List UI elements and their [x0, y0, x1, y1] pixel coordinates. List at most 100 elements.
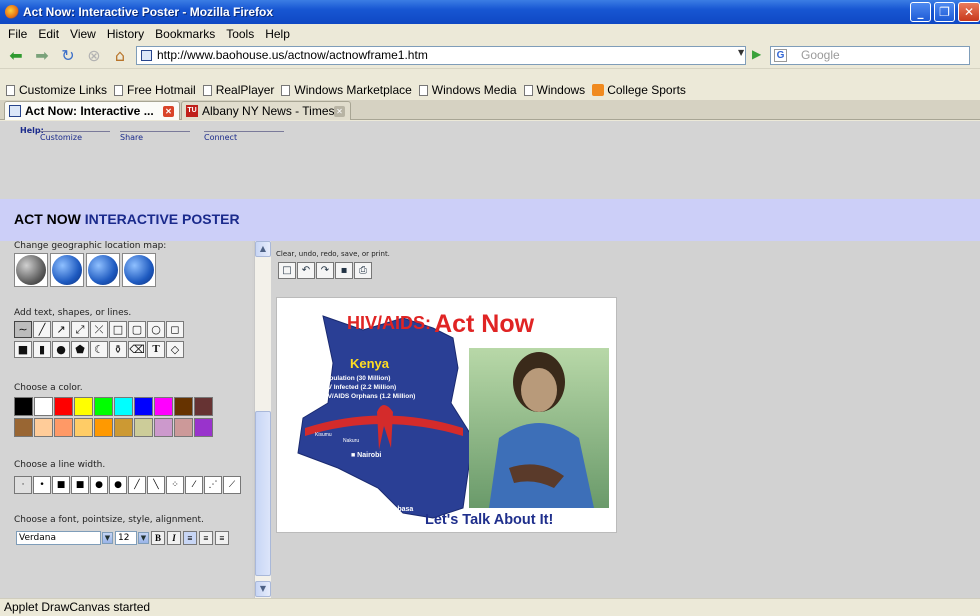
color-swatch[interactable]: [74, 397, 93, 416]
align-center-icon[interactable]: ≡: [199, 531, 213, 545]
share-link[interactable]: Share: [120, 131, 190, 142]
font-size-select[interactable]: 12: [115, 531, 137, 545]
align-left-icon[interactable]: ≡: [183, 531, 197, 545]
line-width-4-icon[interactable]: ■: [71, 476, 89, 494]
bookmark-realplayer[interactable]: RealPlayer: [202, 83, 274, 97]
globe-asia-icon[interactable]: [122, 253, 156, 287]
eraser-tool-icon[interactable]: ⌫: [128, 341, 146, 358]
calligraphy-icon[interactable]: ⁄: [185, 476, 203, 494]
align-right-icon[interactable]: ≡: [215, 531, 229, 545]
color-swatch[interactable]: [94, 418, 113, 437]
bookmark-customize-links[interactable]: Customize Links: [6, 83, 107, 97]
stop-icon[interactable]: ⊗: [84, 46, 104, 66]
panel-scrollbar[interactable]: ▲ ▼: [254, 241, 271, 598]
reload-icon[interactable]: ↻: [58, 46, 78, 66]
undo-icon[interactable]: ↶: [297, 262, 315, 279]
bookmark-windows-media[interactable]: Windows Media: [418, 83, 517, 97]
line-width-2-icon[interactable]: •: [33, 476, 51, 494]
menu-edit[interactable]: Edit: [38, 27, 59, 41]
size-dropdown-icon[interactable]: ▼: [138, 532, 149, 544]
italic-button[interactable]: I: [167, 531, 181, 545]
filled-pentagon-tool-icon[interactable]: ⬟: [71, 341, 89, 358]
crossed-line-tool-icon[interactable]: ⤫: [90, 321, 108, 338]
color-swatch[interactable]: [194, 397, 213, 416]
color-swatch[interactable]: [114, 397, 133, 416]
color-swatch[interactable]: [54, 418, 73, 437]
print-icon[interactable]: ⎙: [354, 262, 372, 279]
scroll-down-icon[interactable]: ▼: [255, 581, 271, 597]
scroll-up-icon[interactable]: ▲: [255, 241, 271, 257]
color-swatch[interactable]: [194, 418, 213, 437]
scroll-thumb[interactable]: [255, 411, 271, 576]
tab-albany-news[interactable]: TU Albany NY News - Times... ✕: [181, 101, 351, 120]
customize-link[interactable]: Customize: [40, 131, 110, 142]
menu-view[interactable]: View: [70, 27, 96, 41]
url-history-dropdown-icon[interactable]: ▼: [738, 48, 750, 62]
color-swatch[interactable]: [174, 418, 193, 437]
freehand-tool-icon[interactable]: ∼: [14, 321, 32, 338]
search-input[interactable]: G Google: [770, 46, 970, 65]
brush-icon[interactable]: ⟋: [223, 476, 241, 494]
back-arrow-icon[interactable]: ⬅: [6, 46, 26, 66]
color-swatch[interactable]: [134, 397, 153, 416]
line-width-1-icon[interactable]: ·: [14, 476, 32, 494]
save-icon[interactable]: ▪: [335, 262, 353, 279]
bookmark-college-sports[interactable]: College Sports: [592, 83, 686, 97]
bookmark-windows-marketplace[interactable]: Windows Marketplace: [281, 83, 412, 97]
filled-circle-tool-icon[interactable]: ●: [52, 341, 70, 358]
font-dropdown-icon[interactable]: ▼: [102, 532, 113, 544]
line-width-6-icon[interactable]: ●: [109, 476, 127, 494]
diamond-tool-icon[interactable]: ◇: [166, 341, 184, 358]
dotted-line-icon[interactable]: ⋰: [204, 476, 222, 494]
tab-close-icon[interactable]: ✕: [163, 106, 174, 117]
spray-icon[interactable]: ⁘: [166, 476, 184, 494]
url-bar[interactable]: http://www.baohouse.us/actnow/actnowfram…: [136, 46, 746, 65]
filled-moon-tool-icon[interactable]: ☾: [90, 341, 108, 358]
poster-canvas[interactable]: HIV/AIDS: Act Now Kenya • Population (30…: [276, 297, 617, 533]
menu-tools[interactable]: Tools: [226, 27, 254, 41]
maximize-button[interactable]: ❐: [934, 2, 955, 22]
text-tool-icon[interactable]: T: [147, 341, 165, 358]
color-swatch[interactable]: [114, 418, 133, 437]
rectangle-tool-icon[interactable]: □: [109, 321, 127, 338]
line-tool-icon[interactable]: ╱: [33, 321, 51, 338]
connect-link[interactable]: Connect: [204, 131, 284, 142]
color-swatch[interactable]: [174, 397, 193, 416]
double-arrow-tool-icon[interactable]: ⤢: [71, 321, 89, 338]
globe-americas-icon[interactable]: [86, 253, 120, 287]
color-swatch[interactable]: [14, 418, 33, 437]
color-swatch[interactable]: [74, 418, 93, 437]
color-swatch[interactable]: [94, 397, 113, 416]
menu-history[interactable]: History: [107, 27, 144, 41]
pen-backslant-icon[interactable]: ╲: [147, 476, 165, 494]
tab-close-icon[interactable]: ✕: [334, 106, 345, 117]
tab-act-now[interactable]: Act Now: Interactive ... ✕: [4, 101, 180, 120]
color-swatch[interactable]: [134, 418, 153, 437]
redo-icon[interactable]: ↷: [316, 262, 334, 279]
color-swatch[interactable]: [34, 418, 53, 437]
google-icon[interactable]: G: [774, 49, 787, 62]
menu-file[interactable]: File: [8, 27, 27, 41]
clear-icon[interactable]: □: [278, 262, 296, 279]
bold-button[interactable]: B: [151, 531, 165, 545]
color-swatch[interactable]: [154, 418, 173, 437]
menu-help[interactable]: Help: [265, 27, 290, 41]
minimize-button[interactable]: _: [910, 2, 931, 22]
close-button[interactable]: ✕: [958, 2, 980, 22]
line-width-3-icon[interactable]: ■: [52, 476, 70, 494]
go-arrow-icon[interactable]: ▶: [752, 47, 766, 63]
square-tool-icon[interactable]: ◻: [166, 321, 184, 338]
pen-slant-icon[interactable]: ╱: [128, 476, 146, 494]
filled-rounded-rect-tool-icon[interactable]: ▮: [33, 341, 51, 358]
globe-africa-icon[interactable]: [50, 253, 84, 287]
fill-bucket-tool-icon[interactable]: ⚱: [109, 341, 127, 358]
rounded-rect-tool-icon[interactable]: ▢: [128, 321, 146, 338]
color-swatch[interactable]: [54, 397, 73, 416]
line-width-5-icon[interactable]: ●: [90, 476, 108, 494]
arrow-tool-icon[interactable]: ↗: [52, 321, 70, 338]
globe-africa-gray-icon[interactable]: [14, 253, 48, 287]
filled-rect-tool-icon[interactable]: ■: [14, 341, 32, 358]
menu-bookmarks[interactable]: Bookmarks: [155, 27, 215, 41]
color-swatch[interactable]: [14, 397, 33, 416]
font-select[interactable]: Verdana: [16, 531, 101, 545]
